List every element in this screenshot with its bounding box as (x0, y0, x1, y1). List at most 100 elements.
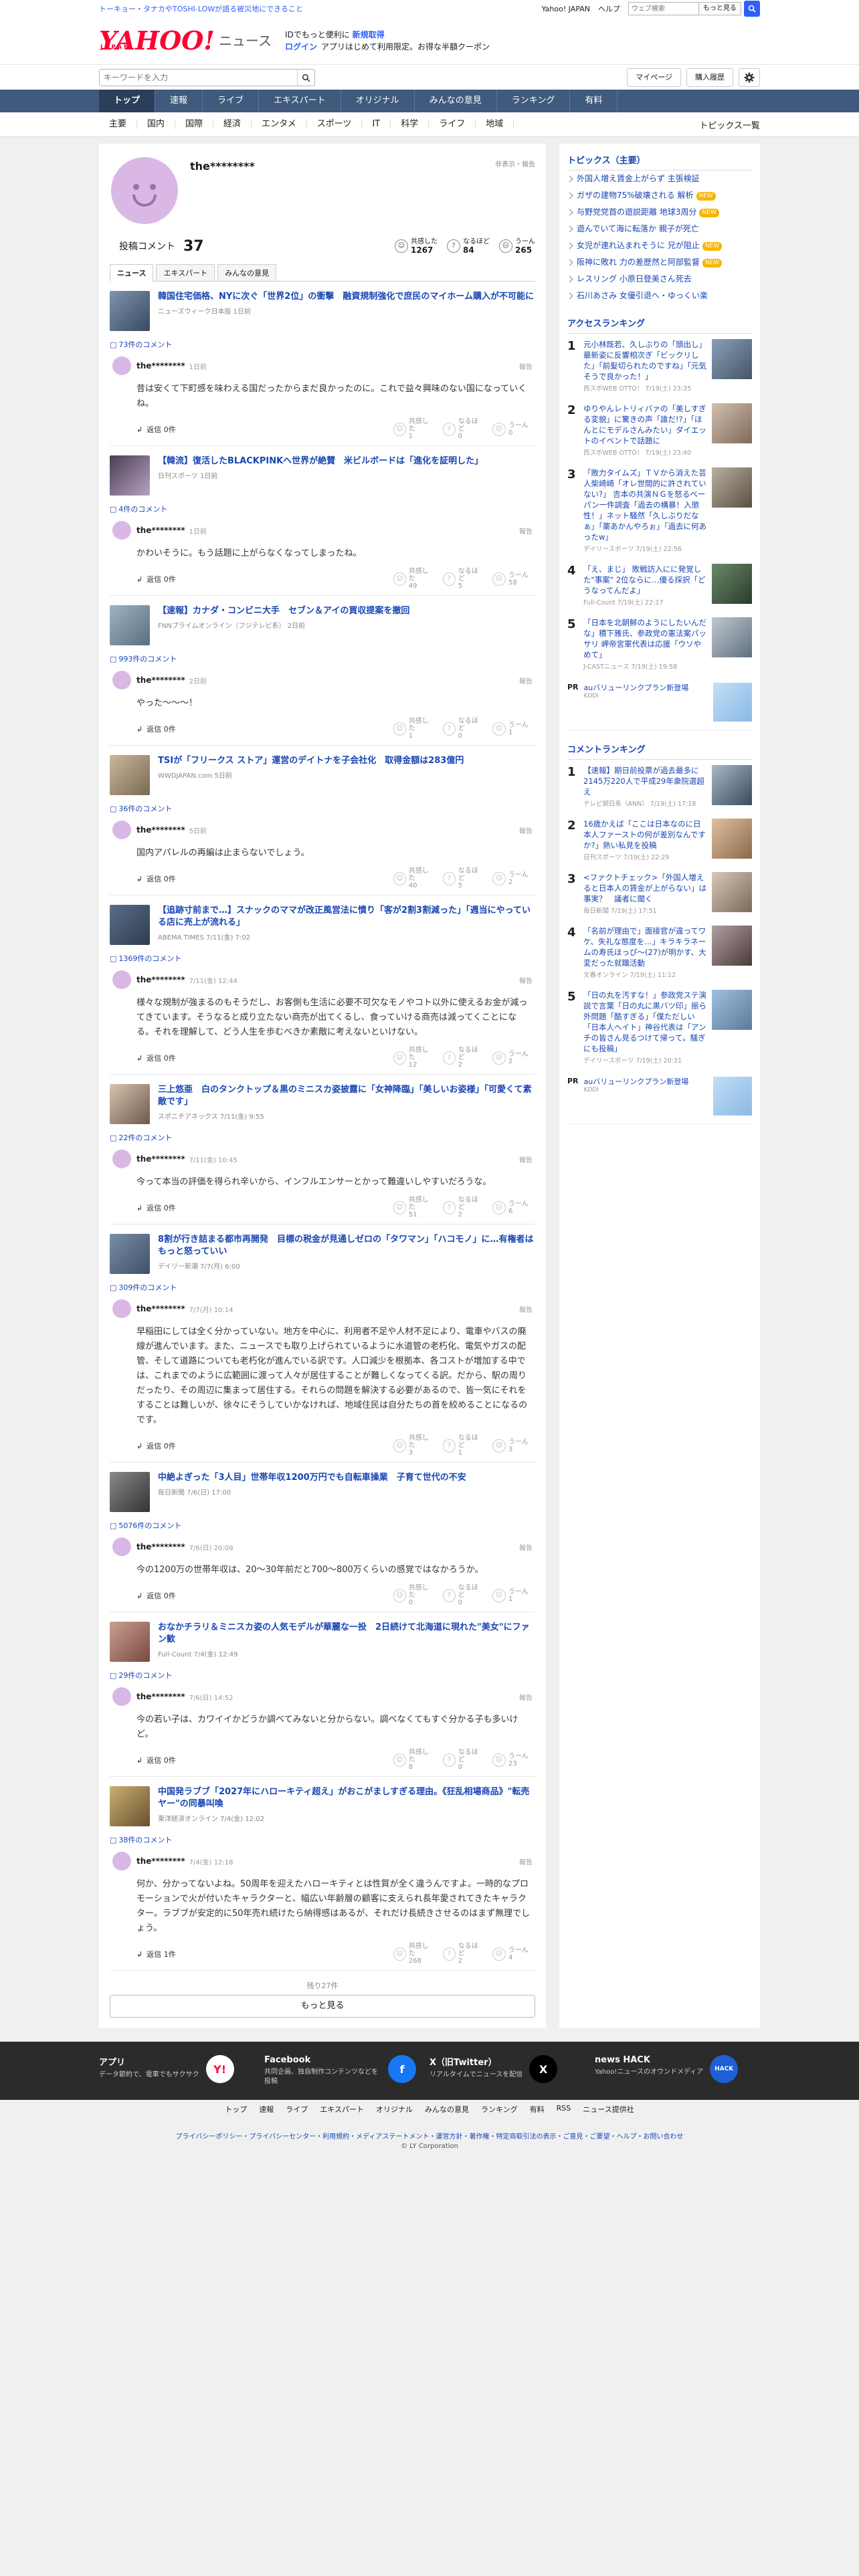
report-link[interactable]: 報告 (519, 1692, 533, 1702)
article-card[interactable]: 韓国住宅価格、NYに次ぐ「世界2位」の衝撃 融資規制強化で庶民のマイホーム購入が… (110, 282, 535, 335)
ranking-thumbnail[interactable] (712, 990, 752, 1030)
ranking-item[interactable]: 2 16歳かえば「ここは日本なのに日本人ファーストの何が差別なんですか?」熱い私見… (567, 813, 752, 867)
report-link[interactable]: 報告 (519, 1856, 533, 1866)
reply-button[interactable]: 返信 0件 (136, 724, 176, 734)
report-link[interactable]: 報告 (519, 675, 533, 685)
legal-links[interactable]: プライバシーポリシー・プライバシーセンター・利用規約・メディアステートメント・運… (0, 2132, 859, 2143)
report-link[interactable]: 報告 (519, 975, 533, 985)
footer-link[interactable]: 有料 (530, 2104, 545, 2115)
commenter-name[interactable]: the******** (136, 675, 185, 685)
reply-button[interactable]: 返信 0件 (136, 574, 176, 584)
reaction-button[interactable]: ? なるほど 2 (443, 1196, 483, 1218)
reaction-button[interactable]: ? なるほど 1 (443, 1434, 483, 1457)
article-card[interactable]: 【韓流】復活したBLACKPINKへ世界が絶賛 米ビルボードは「進化を証明した」… (110, 446, 535, 500)
ranking-title[interactable]: <ファクトチェック>「外国人増えると日本人の賃金が上がらない」は事実？ 議者に聞… (583, 872, 706, 904)
reply-button[interactable]: 返信 0件 (136, 1053, 176, 1063)
footer-link[interactable]: トップ (225, 2104, 247, 2115)
topic-item[interactable]: 遊んでいて海に転落か 親子が死亡 (567, 221, 752, 237)
reaction-button[interactable]: ☺ 共感した 12 (393, 1047, 434, 1069)
article-thumbnail[interactable] (110, 755, 150, 795)
topic-title[interactable]: ガザの建物75%破壊される 解析 (577, 191, 694, 200)
topic-item[interactable]: 外国人増え賃金上がらず 主張検証 (567, 171, 752, 187)
category-nav-item[interactable]: エンタメ (252, 120, 307, 129)
comment-count-link[interactable]: 5076件のコメント (110, 1520, 535, 1531)
reaction-button[interactable]: ☺ 共感した 3 (393, 1434, 434, 1457)
ranking-title[interactable]: 「名前が理由で」面接官が違ってワケ、失礼な態度を…」キラキラネームの寿氏ほっぴ〜… (583, 926, 706, 968)
commenter-name[interactable]: the******** (136, 526, 185, 535)
search-icon[interactable] (297, 70, 314, 86)
tab-2[interactable]: エキスパート (156, 264, 215, 281)
reaction-button[interactable]: ? なるほど 2 (443, 1943, 483, 1965)
reaction-button[interactable]: ☹ うーん 6 (492, 1196, 533, 1218)
article-card[interactable]: おなかチラリ＆ミニスカ姿の人気モデルが華麗な一投 2日続けて北海道に現れた"美女… (110, 1612, 535, 1666)
category-nav-item[interactable]: 地域 (476, 120, 514, 129)
comment-count-link[interactable]: 36件のコメント (110, 803, 535, 814)
category-nav-item[interactable]: IT (362, 120, 391, 129)
ranking-thumbnail[interactable] (712, 872, 752, 912)
reaction-button[interactable]: ? なるほど 0 (443, 1584, 483, 1606)
article-title[interactable]: 韓国住宅価格、NYに次ぐ「世界2位」の衝撃 融資規制強化で庶民のマイホーム購入が… (158, 291, 534, 303)
category-nav-item[interactable]: 主要 (99, 120, 138, 129)
article-thumbnail[interactable] (110, 905, 150, 945)
ranking-title[interactable]: 元小林既若、久しぶりの「頭出し」最新姿に反響相次ぎ「ビックリした」「前髪切られた… (583, 339, 706, 382)
reaction-button[interactable]: ? なるほど 5 (443, 568, 483, 590)
reaction-button[interactable]: ☺ 共感した 51 (393, 1196, 434, 1218)
reaction-button[interactable]: ☹ うーん 1 (492, 718, 533, 740)
yahoo-japan-link[interactable]: Yahoo! JAPAN (541, 5, 590, 13)
article-thumbnail[interactable] (110, 1786, 150, 1826)
reaction-button[interactable]: ☹ うーん 2 (492, 1047, 533, 1069)
article-card[interactable]: TSIが「フリークス ストア」運営のデイトナを子会社化 取得金額は283億円 WW… (110, 746, 535, 799)
ad-unit-2[interactable]: PR auバリューリンクプラン新登場 KDDI (567, 1070, 752, 1124)
comment-count-link[interactable]: 309件のコメント (110, 1282, 535, 1293)
ranking-title[interactable]: 「日本を北朝鮮のようにしたいんだな」積下雅氏、参政党の憲法案パッサリ 岬帝宮軍代… (583, 617, 706, 660)
ranking-item[interactable]: 2 ゆりやんレトリィバァの「美しすぎる変貌」に驚きの声「誰だ!?」「ほんとにモデル… (567, 398, 752, 462)
comment-count-link[interactable]: 993件のコメント (110, 653, 535, 664)
topic-title[interactable]: レスリング 小原日登美さん死去 (577, 274, 692, 284)
reaction-button[interactable]: ☺ 共感した 49 (393, 568, 434, 590)
article-title[interactable]: 中絶よぎった「3人目」世帯年収1200万円でも自転車操業 子育て世代の不安 (158, 1472, 466, 1484)
report-link[interactable]: 報告 (519, 1304, 533, 1314)
global-nav-item[interactable]: 速報 (155, 90, 203, 112)
footer-link[interactable]: ランキング (481, 2104, 518, 2115)
footer-link[interactable]: オリジナル (376, 2104, 413, 2115)
reply-button[interactable]: 返信 0件 (136, 1755, 176, 1765)
reaction-button[interactable]: ? なるほど 0 (443, 718, 483, 740)
article-card[interactable]: 【速報】カナダ・コンビニ大手 セブン＆アイの買収提案を撤回 FNNプライムオンライ… (110, 596, 535, 649)
signup-link[interactable]: 新規取得 (353, 30, 385, 39)
article-card[interactable]: 【追跡寸前まで…】スナックのママが改正風営法に憤り「客が2割3割減った」「週当に… (110, 895, 535, 949)
commenter-name[interactable]: the******** (136, 1856, 185, 1866)
article-thumbnail[interactable] (110, 291, 150, 331)
category-nav-item[interactable]: ライフ (429, 120, 476, 129)
topic-title[interactable]: 与野党党首の遊説距離 地球3周分 (577, 207, 696, 217)
reaction-button[interactable]: ☺ 共感した 40 (393, 867, 434, 889)
help-link[interactable]: ヘルプ (598, 3, 620, 14)
reply-button[interactable]: 返信 0件 (136, 1202, 176, 1213)
ranking-thumbnail[interactable] (712, 339, 752, 379)
purchase-history-button[interactable]: 購入履歴 (686, 68, 733, 87)
footer-promo-2[interactable]: Facebook 共同企画、独自制作コンテンツなどを投稿 f (264, 2055, 430, 2086)
topics-list-link[interactable]: トピックス一覧 (699, 118, 760, 131)
topic-item[interactable]: ガザの建物75%破壊される 解析 NEW (567, 187, 752, 204)
reaction-button[interactable]: ☹ うーん 2 (492, 867, 533, 889)
global-nav-item[interactable]: ライブ (203, 90, 260, 112)
ranking-title[interactable]: 「え、まじ」 敗戦訪入にに発覚した"事案" 2位ならに…優る採択「どうなってんだ… (583, 564, 706, 596)
tab-1[interactable]: ニュース (110, 264, 154, 282)
reaction-button[interactable]: ☹ うーん 58 (492, 568, 533, 590)
article-title[interactable]: おなかチラリ＆ミニスカ姿の人気モデルが華麗な一投 2日続けて北海道に現れた"美女… (158, 1622, 535, 1646)
topic-title[interactable]: 女児が連れ込まれそうに 兄が阻止 (577, 241, 700, 250)
footer-link[interactable]: ライブ (286, 2104, 308, 2115)
ranking-item[interactable]: 3 <ファクトチェック>「外国人増えると日本人の賃金が上がらない」は事実？ 議者に… (567, 867, 752, 920)
article-title[interactable]: 【速報】カナダ・コンビニ大手 セブン＆アイの買収提案を撤回 (158, 605, 409, 617)
footer-promo-4[interactable]: news HACK Yahoo!ニュースのオウンドメディア HACK (595, 2055, 760, 2086)
gear-icon[interactable] (739, 68, 760, 87)
topic-title[interactable]: 石川あさみ 女優引退へ・ゆっくい楽 (577, 291, 708, 300)
reaction-button[interactable]: ☺ 共感した 1 (393, 718, 434, 740)
global-nav-item[interactable]: ランキング (497, 90, 571, 112)
ranking-thumbnail[interactable] (712, 926, 752, 966)
topic-item[interactable]: 与野党党首の遊説距離 地球3周分 NEW (567, 204, 752, 221)
footer-link[interactable]: ニュース提供社 (583, 2104, 634, 2115)
report-link[interactable]: 報告 (519, 825, 533, 835)
ranking-thumbnail[interactable] (712, 819, 752, 859)
top-promo-link[interactable]: トーキョー・タナカやTOSHI-LOWが語る被災地にできること (99, 3, 303, 14)
category-nav-item[interactable]: スポーツ (307, 120, 363, 129)
